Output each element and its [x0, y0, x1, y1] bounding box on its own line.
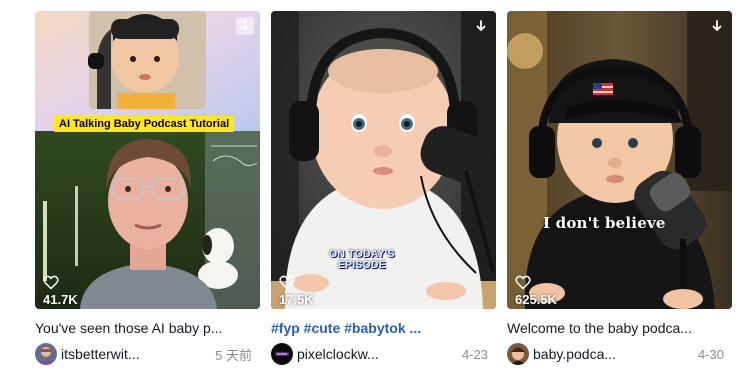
author-name[interactable]: pixelclockw... [297, 346, 437, 362]
heart-outline-icon [279, 275, 295, 290]
like-count-value: 41.7K [43, 292, 78, 307]
video-description[interactable]: Welcome to the baby podca... [507, 319, 732, 337]
video-thumbnail[interactable]: AI Talking Baby Podcast Tutorial 41.7K [35, 11, 260, 309]
video-description[interactable]: #fyp #cute #babytok ... [271, 319, 496, 337]
video-card[interactable]: AI Talking Baby Podcast Tutorial 41.7K Y… [35, 11, 260, 365]
video-card[interactable]: ON TODAY'S EPISODE 17.5K #fyp #cute #bab… [271, 11, 496, 365]
video-meta: baby.podca... 4-30 [507, 343, 732, 365]
video-overlay-caption: ON TODAY'S EPISODE [329, 249, 395, 271]
like-count: 17.5K [279, 275, 314, 307]
heart-outline-icon [515, 275, 531, 290]
post-date: 4-30 [697, 346, 724, 362]
download-icon[interactable] [236, 17, 254, 35]
like-count: 625.5K [515, 275, 557, 307]
video-overlay-caption: AI Talking Baby Podcast Tutorial [54, 116, 235, 132]
author-avatar[interactable] [35, 343, 57, 365]
author-avatar[interactable] [271, 343, 293, 365]
video-overlay-caption: I don't believe [543, 214, 666, 232]
video-card[interactable]: I don't believe 625.5K Welcome to the ba… [507, 11, 732, 365]
video-meta: pixelclockw... 4-23 [271, 343, 496, 365]
heart-outline-icon [43, 275, 59, 290]
like-count: 41.7K [43, 275, 78, 307]
caption-line-2: EPISODE [337, 259, 386, 271]
video-description[interactable]: You've seen those AI baby p... [35, 319, 260, 337]
thumbnail-image [35, 11, 260, 309]
like-count-value: 17.5K [279, 292, 314, 307]
author-name[interactable]: itsbetterwit... [61, 346, 201, 362]
download-icon[interactable] [708, 17, 726, 35]
video-thumbnail[interactable]: I don't believe 625.5K [507, 11, 732, 309]
video-meta: itsbetterwit... 5 天前 [35, 343, 260, 365]
download-icon[interactable] [472, 17, 490, 35]
post-date: 4-23 [461, 346, 488, 362]
author-avatar[interactable] [507, 343, 529, 365]
thumbnail-image [507, 11, 732, 309]
like-count-value: 625.5K [515, 292, 557, 307]
video-thumbnail[interactable]: ON TODAY'S EPISODE 17.5K [271, 11, 496, 309]
post-date: 5 天前 [215, 347, 252, 363]
author-name[interactable]: baby.podca... [533, 346, 673, 362]
